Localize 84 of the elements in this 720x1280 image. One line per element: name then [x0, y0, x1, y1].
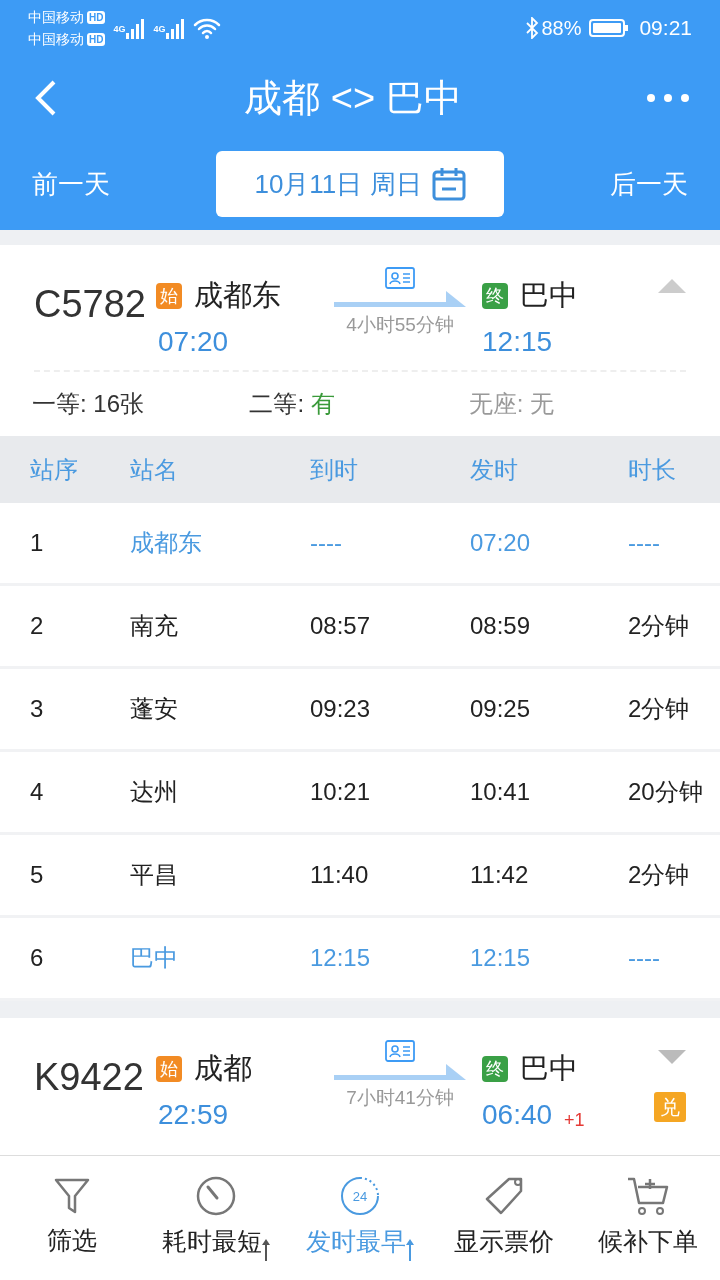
- id-card-icon: [385, 1040, 415, 1062]
- table-cell-text: 11:42: [470, 860, 529, 890]
- bluetooth-icon: [525, 17, 540, 39]
- table-cell-text: 达州: [130, 777, 178, 807]
- expand-button[interactable]: [658, 1050, 686, 1066]
- table-cell-text: 1: [30, 528, 44, 558]
- table-cell-text: 08:59: [470, 611, 531, 641]
- table-cell-text: 2: [30, 611, 44, 641]
- table-header: 站序 站名 到时 发时 时长: [0, 436, 720, 503]
- train-card[interactable]: C5782 始 成都东 07:20 4小时55分钟 终 巴中 12:15 一等: 16张 二等: 有 无座: 无 站序 站名 到时 发时 时长 1 成都东 ---- 07:20 ---- 2 南充 08:57 08:59 2分钟 3 蓬安 09:23 09:25 2分钟 4 达州 10:21 10:41 20分钟 5 平昌 11:40 11:42 2分钟 6 巴中 12:15 12:15 ----: [0, 245, 720, 1001]
- hd-badge: HD: [87, 32, 106, 46]
- table-cell-text: 08:57: [310, 611, 371, 641]
- page-title: 成都 <> 巴中: [243, 75, 463, 121]
- table-cell-text: 10:21: [310, 777, 371, 807]
- end-tag: 终: [482, 282, 508, 309]
- table-cell-text: 07:20: [470, 528, 531, 558]
- to-station: 巴中: [520, 281, 578, 310]
- wifi-icon: [193, 17, 222, 39]
- end-tag: 终: [482, 1055, 508, 1082]
- table-cell-text: ----: [310, 528, 342, 558]
- arrow-icon: [334, 291, 466, 307]
- start-tag: 始: [156, 282, 182, 309]
- table-cell-text: 11:40: [310, 860, 369, 890]
- collapse-button[interactable]: [658, 277, 686, 293]
- table-cell-text: 2分钟: [628, 860, 690, 890]
- table-cell-text: 10:41: [470, 777, 531, 807]
- calendar-icon: [431, 167, 466, 201]
- start-tag: 始: [156, 1055, 182, 1082]
- timer-icon: [195, 1175, 237, 1218]
- table-cell-text: ----: [628, 528, 660, 558]
- id-card-icon: [385, 267, 415, 289]
- sort-icon: [406, 1238, 414, 1261]
- depart-time: 07:20: [158, 328, 230, 356]
- arrive-time: 12:15: [482, 328, 553, 356]
- battery-icon: [589, 18, 630, 38]
- train-card[interactable]: K9422 始 成都 22:59 7小时41分钟 终 巴中 06:40 +1 兑: [0, 1018, 720, 1155]
- day-offset: +1: [564, 1111, 585, 1129]
- carrier-name: 中国移动: [28, 8, 84, 27]
- table-cell-text: 3: [30, 694, 44, 724]
- duration: 4小时55分钟: [346, 313, 454, 337]
- table-cell-text: 蓬安: [130, 694, 178, 724]
- arrow-icon: [334, 1064, 466, 1080]
- seat-info: 一等: 16张: [32, 390, 145, 417]
- table-cell-text: ----: [628, 943, 660, 973]
- table-cell-text: 12:15: [310, 943, 371, 973]
- train-number: K9422: [34, 1058, 145, 1096]
- battery-percent: 88%: [541, 16, 582, 41]
- sort-icon: [262, 1238, 270, 1261]
- table-cell-text: 成都东: [130, 528, 202, 558]
- table-cell-text: 南充: [130, 611, 178, 641]
- table-cell-text: 巴中: [130, 943, 178, 973]
- sort-tab[interactable]: 筛选: [0, 1176, 144, 1260]
- table-cell-text: 2分钟: [628, 694, 690, 724]
- depart-time: 22:59: [158, 1101, 230, 1129]
- table-cell-text: 12:15: [470, 943, 531, 973]
- signal-icon: [165, 17, 186, 39]
- train-number: C5782: [34, 285, 147, 323]
- arrive-time: 06:40: [482, 1101, 553, 1129]
- cart-icon: [626, 1175, 670, 1218]
- table-cell-text: 20分钟: [628, 777, 703, 807]
- to-station: 巴中: [520, 1054, 578, 1083]
- table-cell-text: 平昌: [130, 860, 178, 890]
- sort-tab[interactable]: 耗时最短: [144, 1175, 288, 1261]
- seat-info: 无座: 无: [468, 390, 555, 417]
- table-cell-text: 09:23: [310, 694, 371, 724]
- table-cell-text: 5: [30, 860, 44, 890]
- sort-tab[interactable]: 候补下单: [576, 1175, 720, 1261]
- clock: 09:21: [639, 15, 692, 42]
- network-type: 4G: [113, 23, 126, 36]
- more-button[interactable]: [646, 93, 690, 103]
- seat-info: 二等: 有: [249, 390, 335, 417]
- signal-icon: [125, 17, 146, 39]
- table-cell-text: 6: [30, 943, 44, 973]
- carrier-name: 中国移动: [28, 30, 84, 49]
- table-cell-text: 2分钟: [628, 611, 690, 641]
- exchange-badge: 兑: [654, 1092, 686, 1122]
- hd-badge: HD: [87, 10, 106, 24]
- network-type: 4G: [153, 23, 166, 36]
- sort-tab[interactable]: 显示票价: [432, 1175, 576, 1261]
- duration: 7小时41分钟: [346, 1086, 454, 1110]
- table-cell-text: 09:25: [470, 694, 531, 724]
- from-station: 成都: [194, 1054, 252, 1083]
- table-cell-text: 4: [30, 777, 44, 807]
- from-station: 成都东: [194, 281, 281, 310]
